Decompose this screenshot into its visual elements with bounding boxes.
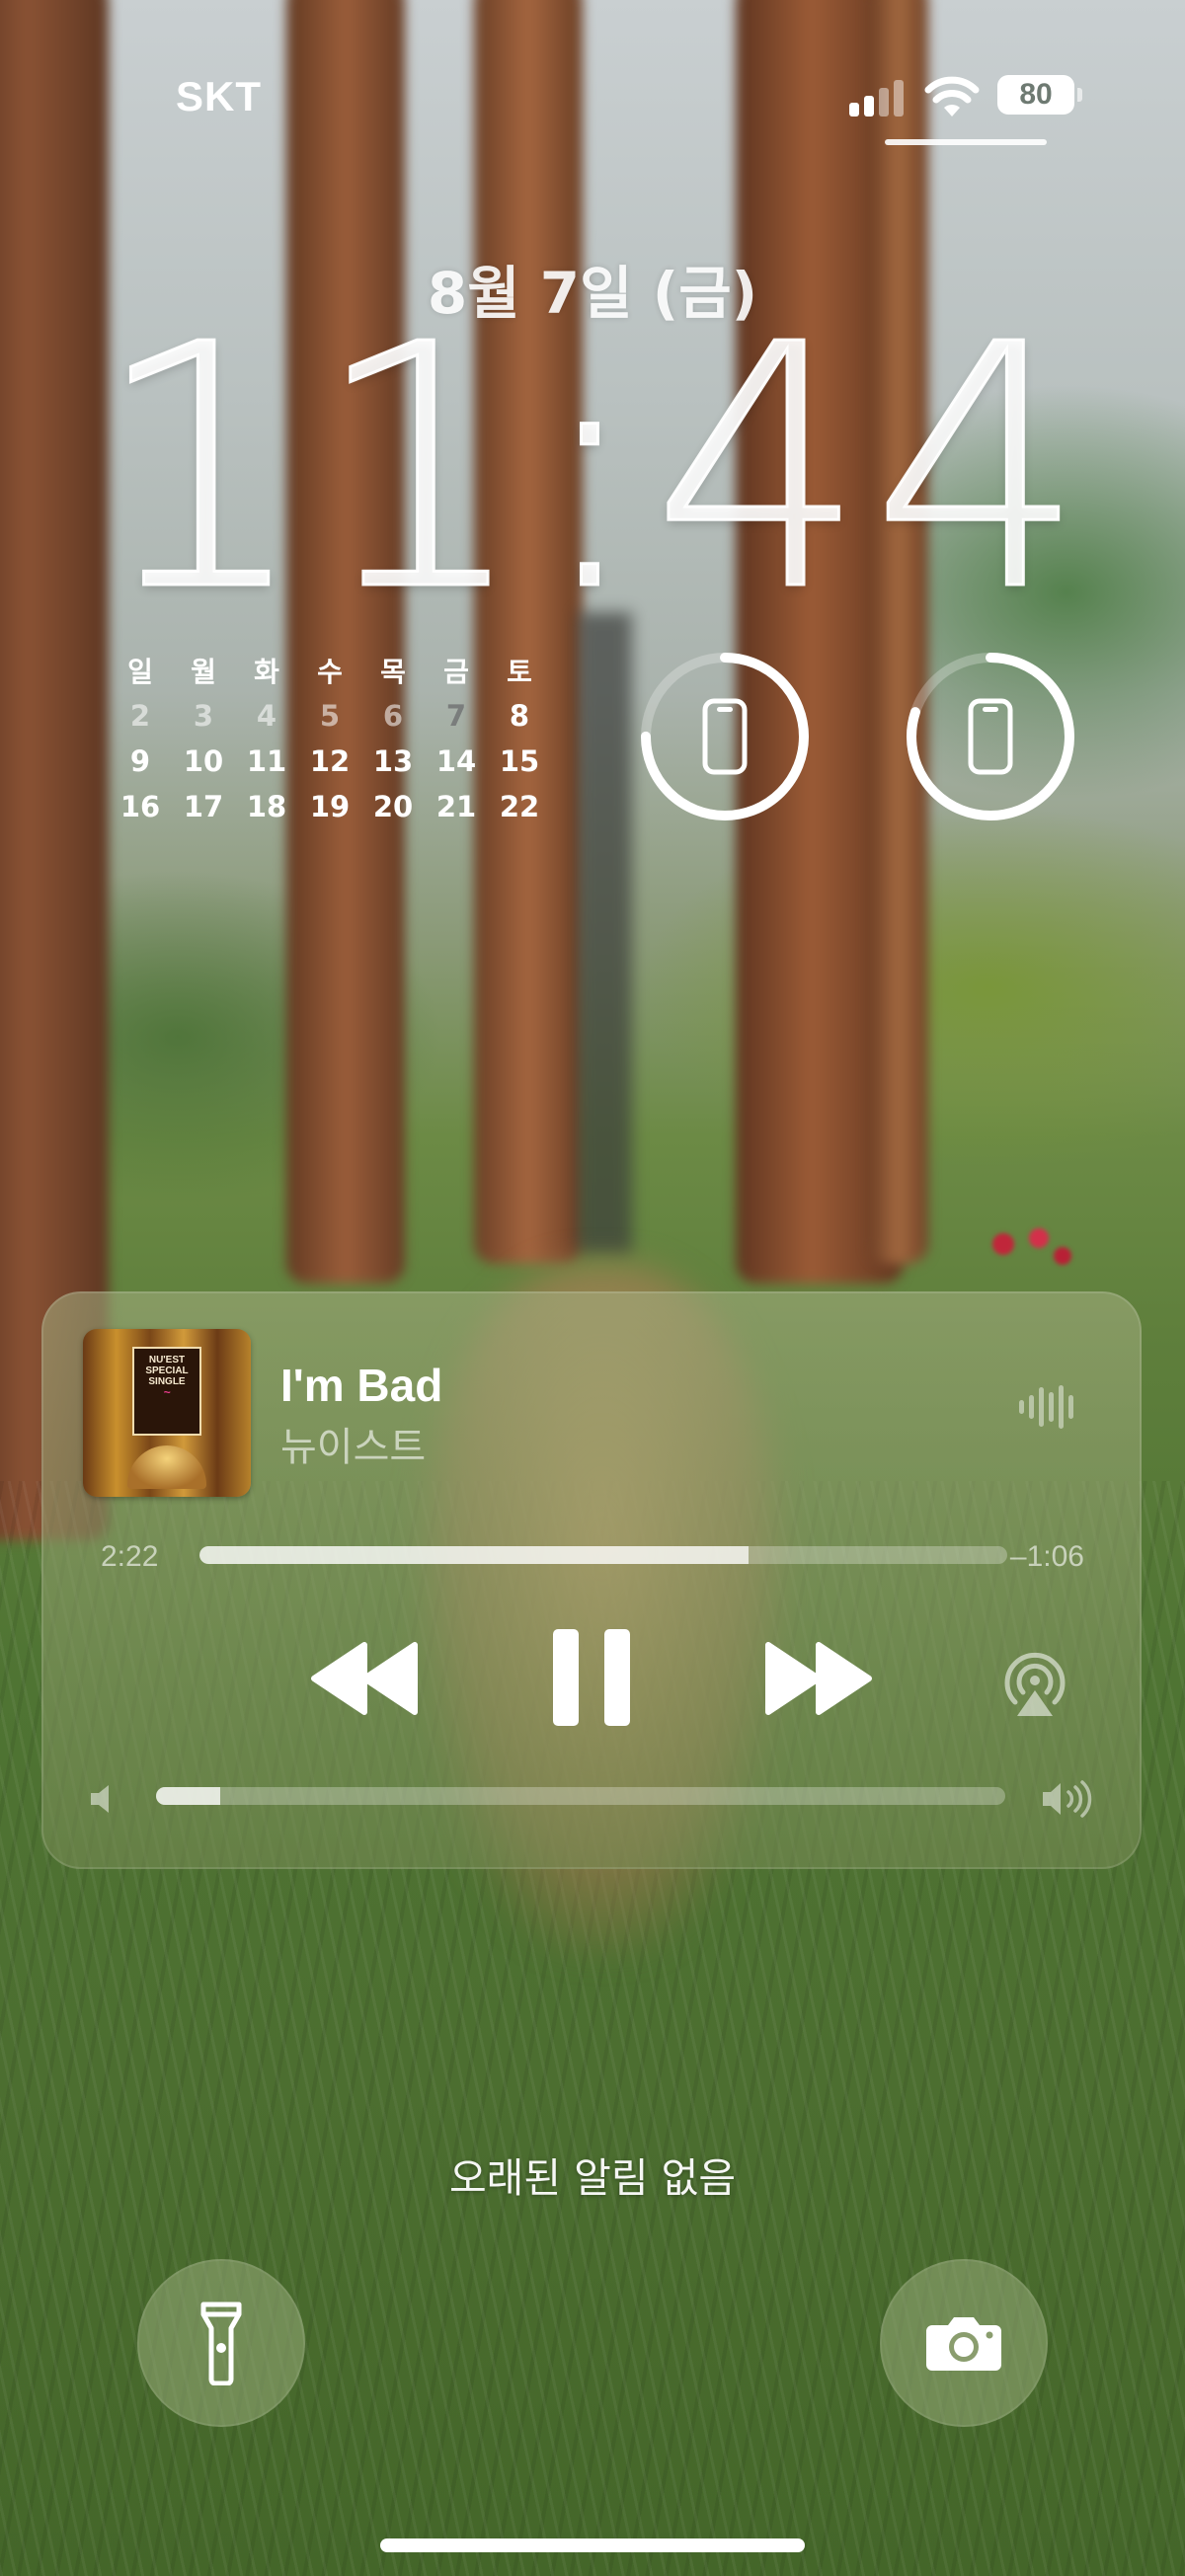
song-title[interactable]: I'm Bad [280,1359,442,1412]
calendar-weekday: 월 [191,656,216,688]
rewind-icon [311,1642,418,1715]
pause-icon [553,1629,630,1726]
album-art-line: SPECIAL [145,1366,189,1376]
remaining-time: –1:06 [1009,1540,1084,1573]
calendar-day: 16 [119,790,161,823]
status-bar: SKT 80 [0,0,1185,148]
control-center-grabber[interactable] [885,139,1047,145]
calendar-week: 9 10 11 12 13 14 15 [109,739,543,784]
volume-high-icon [1039,1777,1098,1821]
calendar-day: 19 [309,790,351,823]
iphone-icon [968,698,1013,775]
wifi-icon [924,73,980,118]
calendar-day: 17 [183,790,224,823]
album-art-cover-text: NU'EST SPECIAL SINGLE ~ [132,1347,201,1436]
calendar-day: 8 [509,699,530,733]
album-art-chair [127,1445,206,1489]
volume-fill [156,1787,220,1805]
no-older-notifications: 오래된 알림 없음 [448,2154,737,2202]
album-art-line: NU'EST [148,1355,186,1366]
calendar-day: 3 [193,699,214,733]
elapsed-time: 2:22 [101,1540,159,1573]
calendar-day: 14 [435,744,477,778]
calendar-day: 20 [372,790,414,823]
carrier-label: SKT [176,73,262,119]
forward-button[interactable] [762,1639,875,1718]
calendar-day: 15 [499,744,540,778]
device-battery-widget[interactable] [902,648,1079,825]
calendar-week: 16 17 18 19 20 21 22 [109,784,543,829]
calendar-day: 6 [382,699,404,733]
playback-progress-fill [199,1546,750,1564]
home-indicator[interactable] [380,2538,805,2552]
calendar-day: 4 [256,699,277,733]
album-art[interactable]: NU'EST SPECIAL SINGLE ~ [83,1329,251,1497]
calendar-day: 9 [129,744,151,778]
wallpaper-pole [578,612,632,1254]
calendar-weekday: 수 [317,656,343,688]
fast-forward-icon [765,1642,872,1715]
calendar-day: 12 [309,744,351,778]
calendar-weekday: 목 [380,656,406,688]
flashlight-button[interactable] [137,2259,305,2427]
calendar-weekday: 화 [254,656,279,688]
airplay-audio-icon [1004,1652,1066,1716]
camera-button[interactable] [880,2259,1048,2427]
calendar-week: 2 3 4 5 6 7 8 [109,693,543,739]
wallpaper-flowers [968,1214,1086,1274]
calendar-weekday: 일 [127,656,153,688]
waveform-icon [1019,1382,1078,1432]
device-battery-widget[interactable] [636,648,814,825]
rewind-button[interactable] [308,1639,421,1718]
volume-slider[interactable] [156,1787,1005,1805]
calendar-weekday: 토 [507,656,532,688]
calendar-day: 21 [435,790,477,823]
album-art-script: ~ [163,1385,171,1399]
flashlight-icon [200,2302,242,2385]
airplay-button[interactable] [997,1645,1072,1720]
now-playing-widget: NU'EST SPECIAL SINGLE ~ I'm Bad 뉴이스트 2:2… [41,1291,1142,1869]
calendar-day: 2 [129,699,151,733]
calendar-day: 22 [499,790,540,823]
calendar-day: 18 [246,790,287,823]
iphone-icon [702,698,748,775]
cellular-signal-icon [849,77,908,117]
calendar-day-today: 7 [425,695,488,737]
playback-scrubber[interactable] [199,1546,1007,1564]
camera-icon [926,2317,1001,2371]
lock-clock: 11:44 [93,273,1091,664]
calendar-day: 13 [372,744,414,778]
calendar-weekday-row: 일 월 화 수 목 금 토 [109,648,543,693]
song-artist[interactable]: 뉴이스트 [280,1415,426,1472]
volume-low-icon [87,1781,117,1817]
calendar-day: 11 [246,744,287,778]
calendar-day: 10 [183,744,224,778]
battery-indicator: 80 [997,75,1082,115]
calendar-weekday: 금 [443,656,469,688]
calendar-widget[interactable]: 일 월 화 수 목 금 토 2 3 4 5 6 7 8 9 10 11 12 1… [109,648,543,829]
pause-button[interactable] [545,1625,638,1730]
calendar-day: 5 [319,699,341,733]
